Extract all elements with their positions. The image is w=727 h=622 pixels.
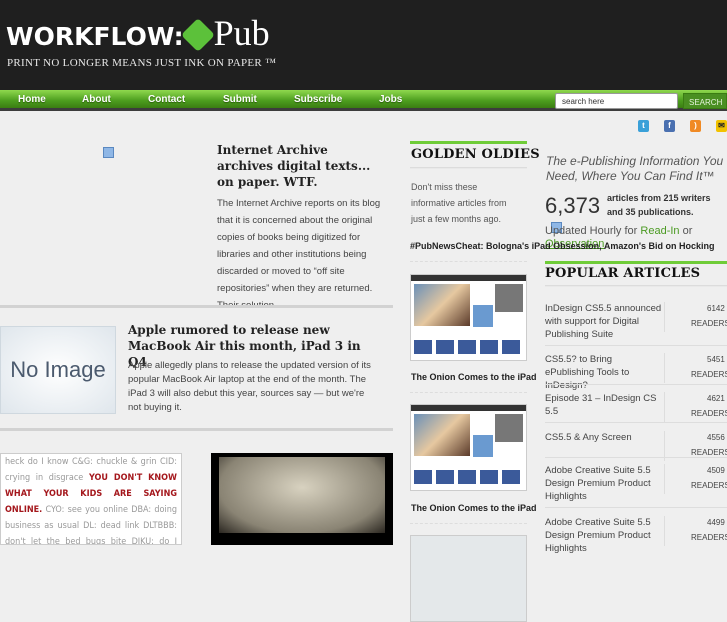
readers-count: 5451 [707, 355, 725, 364]
search-input[interactable]: search here [555, 93, 678, 109]
popular-item-title[interactable]: Adobe Creative Suite 5.5 Design Premium … [545, 516, 663, 555]
thumbnail[interactable] [410, 535, 527, 622]
logo-pub: Pub [213, 13, 270, 53]
readers-count: 4499 [707, 518, 725, 527]
nav-jobs[interactable]: Jobs [379, 94, 402, 105]
no-image-thumbnail[interactable]: No Image [0, 326, 116, 414]
divider [545, 457, 727, 458]
section-accent [410, 141, 527, 144]
divider [545, 507, 727, 508]
article-excerpt: Apple allegedly plans to release the upd… [128, 360, 371, 413]
divider [0, 305, 393, 308]
article-count-text: articles from 215 writers and 35 publica… [607, 193, 711, 217]
readers-count: 4621 [707, 394, 725, 403]
divider [410, 523, 527, 524]
logo-e-icon [180, 18, 215, 52]
divider [0, 428, 393, 431]
golden-item-link[interactable]: The Onion Comes to the iPad [411, 372, 537, 382]
divider [410, 167, 527, 169]
nav-home[interactable]: Home [18, 94, 46, 105]
readers-count: 4556 [707, 433, 725, 442]
readers-label: READERS [691, 533, 727, 542]
twitter-icon[interactable]: t [638, 120, 649, 132]
search-button[interactable]: SEARCH [683, 93, 727, 109]
onion-ipad-thumbnail[interactable] [410, 274, 527, 361]
readers-label: READERS [691, 319, 727, 328]
golden-oldies-intro: Don't miss these informative articles fr… [411, 182, 507, 224]
divider [410, 261, 527, 262]
divider [410, 392, 527, 393]
readers-count: 4509 [707, 466, 725, 475]
broken-image-icon [103, 147, 114, 158]
readers-count: 6142 [707, 304, 725, 313]
popular-item-title[interactable]: InDesign CS5.5 announced with support fo… [545, 302, 663, 341]
rss-icon[interactable]: ) [690, 120, 701, 132]
mail-icon[interactable]: ✉ [716, 120, 727, 132]
section-accent [545, 261, 727, 264]
ticker-link[interactable]: #PubNewsCheat: Bologna's iPad Obsession,… [410, 238, 715, 254]
acronyms-image[interactable]: heck do I know C&G: chuckle & grin CID: … [0, 453, 182, 545]
readers-label: READERS [691, 481, 727, 490]
divider [545, 422, 727, 423]
info-tagline: The e-Publishing Information You Need, W… [546, 154, 724, 183]
updated-prefix: Updated Hourly for [545, 225, 641, 237]
photo-scene [219, 457, 385, 533]
article-count: 6,373 [545, 193, 601, 218]
onion-ipad-thumbnail[interactable] [410, 404, 527, 491]
beach-photo[interactable] [211, 453, 393, 545]
updated-or: or [679, 225, 693, 237]
readers-label: READERS [691, 409, 727, 418]
article-title[interactable]: Internet Archive archives digital texts.… [217, 142, 387, 190]
popular-item-title[interactable]: Episode 31 – InDesign CS 5.5 [545, 392, 663, 418]
golden-item-link[interactable]: The Onion Comes to the iPad [411, 503, 537, 513]
popular-item-title[interactable]: CS5.5 & Any Screen [545, 431, 663, 444]
facebook-icon[interactable]: f [664, 120, 675, 132]
site-tagline: PRINT NO LONGER MEANS JUST INK ON PAPER … [7, 57, 277, 69]
divider [545, 345, 727, 346]
divider [545, 285, 727, 287]
nav-contact[interactable]: Contact [148, 94, 185, 105]
site-logo[interactable]: WORKFLOW: Pub [6, 12, 270, 54]
readers-label: READERS [691, 370, 727, 379]
updated-text: Updated Hourly for Read-In or [545, 225, 692, 237]
nav-about[interactable]: About [82, 94, 111, 105]
logo-text: WORKFLOW: [6, 22, 184, 51]
nav-submit[interactable]: Submit [223, 94, 257, 105]
golden-oldies-heading: GOLDEN OLDIES [411, 147, 540, 162]
nav-subscribe[interactable]: Subscribe [294, 94, 342, 105]
popular-item-title[interactable]: CS5.5? to Bring ePublishing Tools to InD… [545, 353, 663, 392]
popular-item-title[interactable]: Adobe Creative Suite 5.5 Design Premium … [545, 464, 663, 503]
article-excerpt: The Internet Archive reports on its blog… [217, 198, 381, 311]
popular-articles-heading: POPULAR ARTICLES [545, 266, 701, 281]
divider [545, 384, 727, 385]
read-in-link[interactable]: Read-In [640, 225, 679, 237]
